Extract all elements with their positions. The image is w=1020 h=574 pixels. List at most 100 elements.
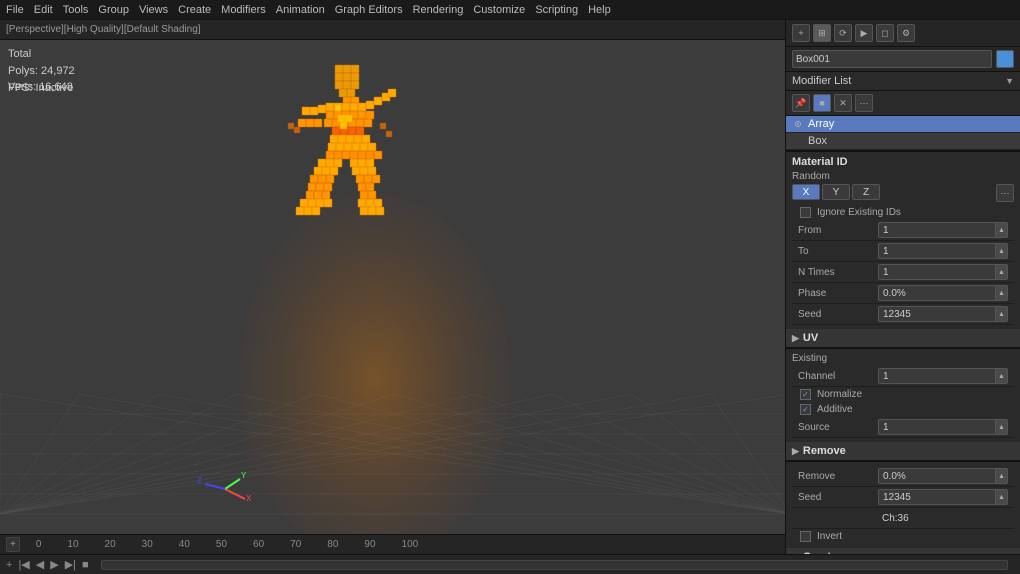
mod-tool-pin[interactable]: 📌 bbox=[792, 94, 810, 112]
svg-text:Z: Z bbox=[197, 476, 202, 485]
icon-btn-motion[interactable]: ▶ bbox=[855, 24, 873, 42]
remove-pct-value[interactable]: 0.0% ▲ bbox=[878, 468, 1008, 484]
icon-btn-modify[interactable]: ⊞ bbox=[813, 24, 831, 42]
uv-additive-checkbox[interactable]: ✓ bbox=[800, 404, 811, 415]
y-button[interactable]: Y bbox=[822, 184, 850, 200]
remove-seed-value[interactable]: 12345 ▲ bbox=[878, 489, 1008, 505]
remove-section: Remove 0.0% ▲ Seed 12345 ▲ Ch:36 Invert bbox=[786, 461, 1020, 548]
modifier-eye-array[interactable] bbox=[792, 118, 804, 130]
axes-indicator: X Y Z bbox=[195, 459, 255, 519]
remove-section-header[interactable]: ▶ Remove bbox=[786, 442, 1020, 461]
modifier-eye-box bbox=[792, 135, 804, 147]
timeline-numbers: 0 10 20 30 40 50 60 70 80 90 100 bbox=[36, 539, 771, 550]
mat-from-arrow[interactable]: ▲ bbox=[995, 223, 1007, 237]
mat-ntimes-row: N Times 1 ▲ bbox=[792, 262, 1014, 283]
menu-edit[interactable]: Edit bbox=[34, 4, 53, 16]
remove-ch-row: Ch:36 bbox=[792, 508, 1014, 529]
material-id-section: Material ID Random X Y Z ⋯ Ignore Existi… bbox=[786, 151, 1020, 329]
mat-ntimes-value[interactable]: 1 ▲ bbox=[878, 264, 1008, 280]
menu-scripting[interactable]: Scripting bbox=[535, 4, 578, 16]
menu-graph-editors[interactable]: Graph Editors bbox=[335, 4, 403, 16]
menu-tools[interactable]: Tools bbox=[63, 4, 89, 16]
uv-channel-row: Channel 1 ▲ bbox=[792, 366, 1014, 387]
remove-pct-row: Remove 0.0% ▲ bbox=[792, 466, 1014, 487]
mat-to-value[interactable]: 1 ▲ bbox=[878, 243, 1008, 259]
menu-create[interactable]: Create bbox=[178, 4, 211, 16]
mat-to-arrow[interactable]: ▲ bbox=[995, 244, 1007, 258]
remove-invert-checkbox[interactable] bbox=[800, 531, 811, 542]
icon-btn-hier[interactable]: ⟳ bbox=[834, 24, 852, 42]
uv-source-label: Source bbox=[798, 422, 878, 433]
uv-source-value[interactable]: 1 ▲ bbox=[878, 419, 1008, 435]
mat-from-value[interactable]: 1 ▲ bbox=[878, 222, 1008, 238]
modifier-entry-array[interactable]: Array bbox=[786, 116, 1020, 133]
remove-ch-value: Ch:36 bbox=[878, 510, 1008, 526]
menu-customize[interactable]: Customize bbox=[473, 4, 525, 16]
object-name-field[interactable] bbox=[792, 50, 992, 68]
menu-group[interactable]: Group bbox=[98, 4, 129, 16]
fps-overlay: FPS: Inactive bbox=[8, 82, 73, 94]
viewport[interactable]: [Perspective][High Quality][Default Shad… bbox=[0, 20, 785, 554]
remove-invert-label: Invert bbox=[817, 531, 842, 542]
modifier-name-box: Box bbox=[808, 135, 827, 147]
mat-phase-label: Phase bbox=[798, 288, 878, 299]
svg-text:X: X bbox=[246, 494, 252, 503]
modifier-entry-box[interactable]: Box bbox=[786, 133, 1020, 150]
ignore-existing-ids-checkbox[interactable] bbox=[800, 207, 811, 218]
mat-phase-arrow[interactable]: ▲ bbox=[995, 286, 1007, 300]
menu-views[interactable]: Views bbox=[139, 4, 168, 16]
timeline-icon-next-end[interactable]: ▶| bbox=[65, 558, 76, 571]
mat-from-label: From bbox=[798, 225, 878, 236]
menu-file[interactable]: File bbox=[6, 4, 24, 16]
mat-id-options[interactable]: ⋯ bbox=[996, 184, 1014, 202]
material-id-header: Material ID bbox=[792, 156, 1014, 168]
uv-channel-label: Channel bbox=[798, 371, 878, 382]
main-area: [Perspective][High Quality][Default Shad… bbox=[0, 20, 1020, 554]
panel-top-icons: + ⊞ ⟳ ▶ ◻ ⚙ bbox=[792, 24, 915, 42]
voxel-figure bbox=[100, 35, 650, 545]
timeline-icon-prev[interactable]: ◀ bbox=[36, 558, 44, 571]
modifier-section: Modifier List ▼ 📌 ■ ✕ ⋯ Array Box bbox=[786, 72, 1020, 151]
x-button[interactable]: X bbox=[792, 184, 820, 200]
menu-rendering[interactable]: Rendering bbox=[413, 4, 464, 16]
mat-seed-value[interactable]: 12345 ▲ bbox=[878, 306, 1008, 322]
mod-tool-more[interactable]: ⋯ bbox=[855, 94, 873, 112]
btn-create-obj[interactable]: + bbox=[6, 537, 20, 552]
mat-seed-row: Seed 12345 ▲ bbox=[792, 304, 1014, 325]
mat-seed-arrow[interactable]: ▲ bbox=[995, 307, 1007, 321]
timeline-icon-play[interactable]: ▶ bbox=[50, 558, 58, 571]
uv-channel-value[interactable]: 1 ▲ bbox=[878, 368, 1008, 384]
uv-normalize-checkbox[interactable]: ✓ bbox=[800, 389, 811, 400]
mod-tool-delete[interactable]: ✕ bbox=[834, 94, 852, 112]
icon-btn-utils[interactable]: ⚙ bbox=[897, 24, 915, 42]
icon-btn-display[interactable]: ◻ bbox=[876, 24, 894, 42]
timeline-scrubber[interactable] bbox=[101, 560, 1008, 570]
viewport-topbar: [Perspective][High Quality][Default Shad… bbox=[0, 20, 785, 40]
stats-polys: Polys: 24,972 bbox=[8, 63, 75, 80]
object-color-swatch[interactable] bbox=[996, 50, 1014, 68]
material-id-type: Random bbox=[792, 171, 1014, 182]
panel-top-bar: + ⊞ ⟳ ▶ ◻ ⚙ bbox=[786, 20, 1020, 47]
uv-normalize-label: Normalize bbox=[817, 389, 862, 400]
bottom-timeline: + |◀ ◀ ▶ ▶| ■ bbox=[0, 554, 1020, 574]
z-button[interactable]: Z bbox=[852, 184, 880, 200]
uv-label: UV bbox=[803, 332, 818, 344]
mod-tool-active[interactable]: ■ bbox=[813, 94, 831, 112]
menu-help[interactable]: Help bbox=[588, 4, 611, 16]
ignore-existing-ids-label: Ignore Existing IDs bbox=[817, 207, 901, 218]
uv-section-header[interactable]: ▶ UV bbox=[786, 329, 1020, 348]
timeline-icon-plus[interactable]: + bbox=[6, 559, 12, 571]
menu-animation[interactable]: Animation bbox=[276, 4, 325, 16]
timeline-icon-prev-end[interactable]: |◀ bbox=[18, 558, 29, 571]
uv-normalize-row: ✓ Normalize bbox=[792, 387, 1014, 402]
mat-ntimes-arrow[interactable]: ▲ bbox=[995, 265, 1007, 279]
mat-ntimes-label: N Times bbox=[798, 267, 878, 278]
mat-seed-label: Seed bbox=[798, 309, 878, 320]
timeline-icon-stop[interactable]: ■ bbox=[82, 559, 89, 571]
mat-phase-value[interactable]: 0.0% ▲ bbox=[878, 285, 1008, 301]
modifier-list-label: Modifier List bbox=[792, 75, 1001, 87]
uv-arrow: ▶ bbox=[792, 333, 799, 344]
icon-btn-add[interactable]: + bbox=[792, 24, 810, 42]
remove-label: Remove bbox=[803, 445, 846, 457]
menu-modifiers[interactable]: Modifiers bbox=[221, 4, 266, 16]
